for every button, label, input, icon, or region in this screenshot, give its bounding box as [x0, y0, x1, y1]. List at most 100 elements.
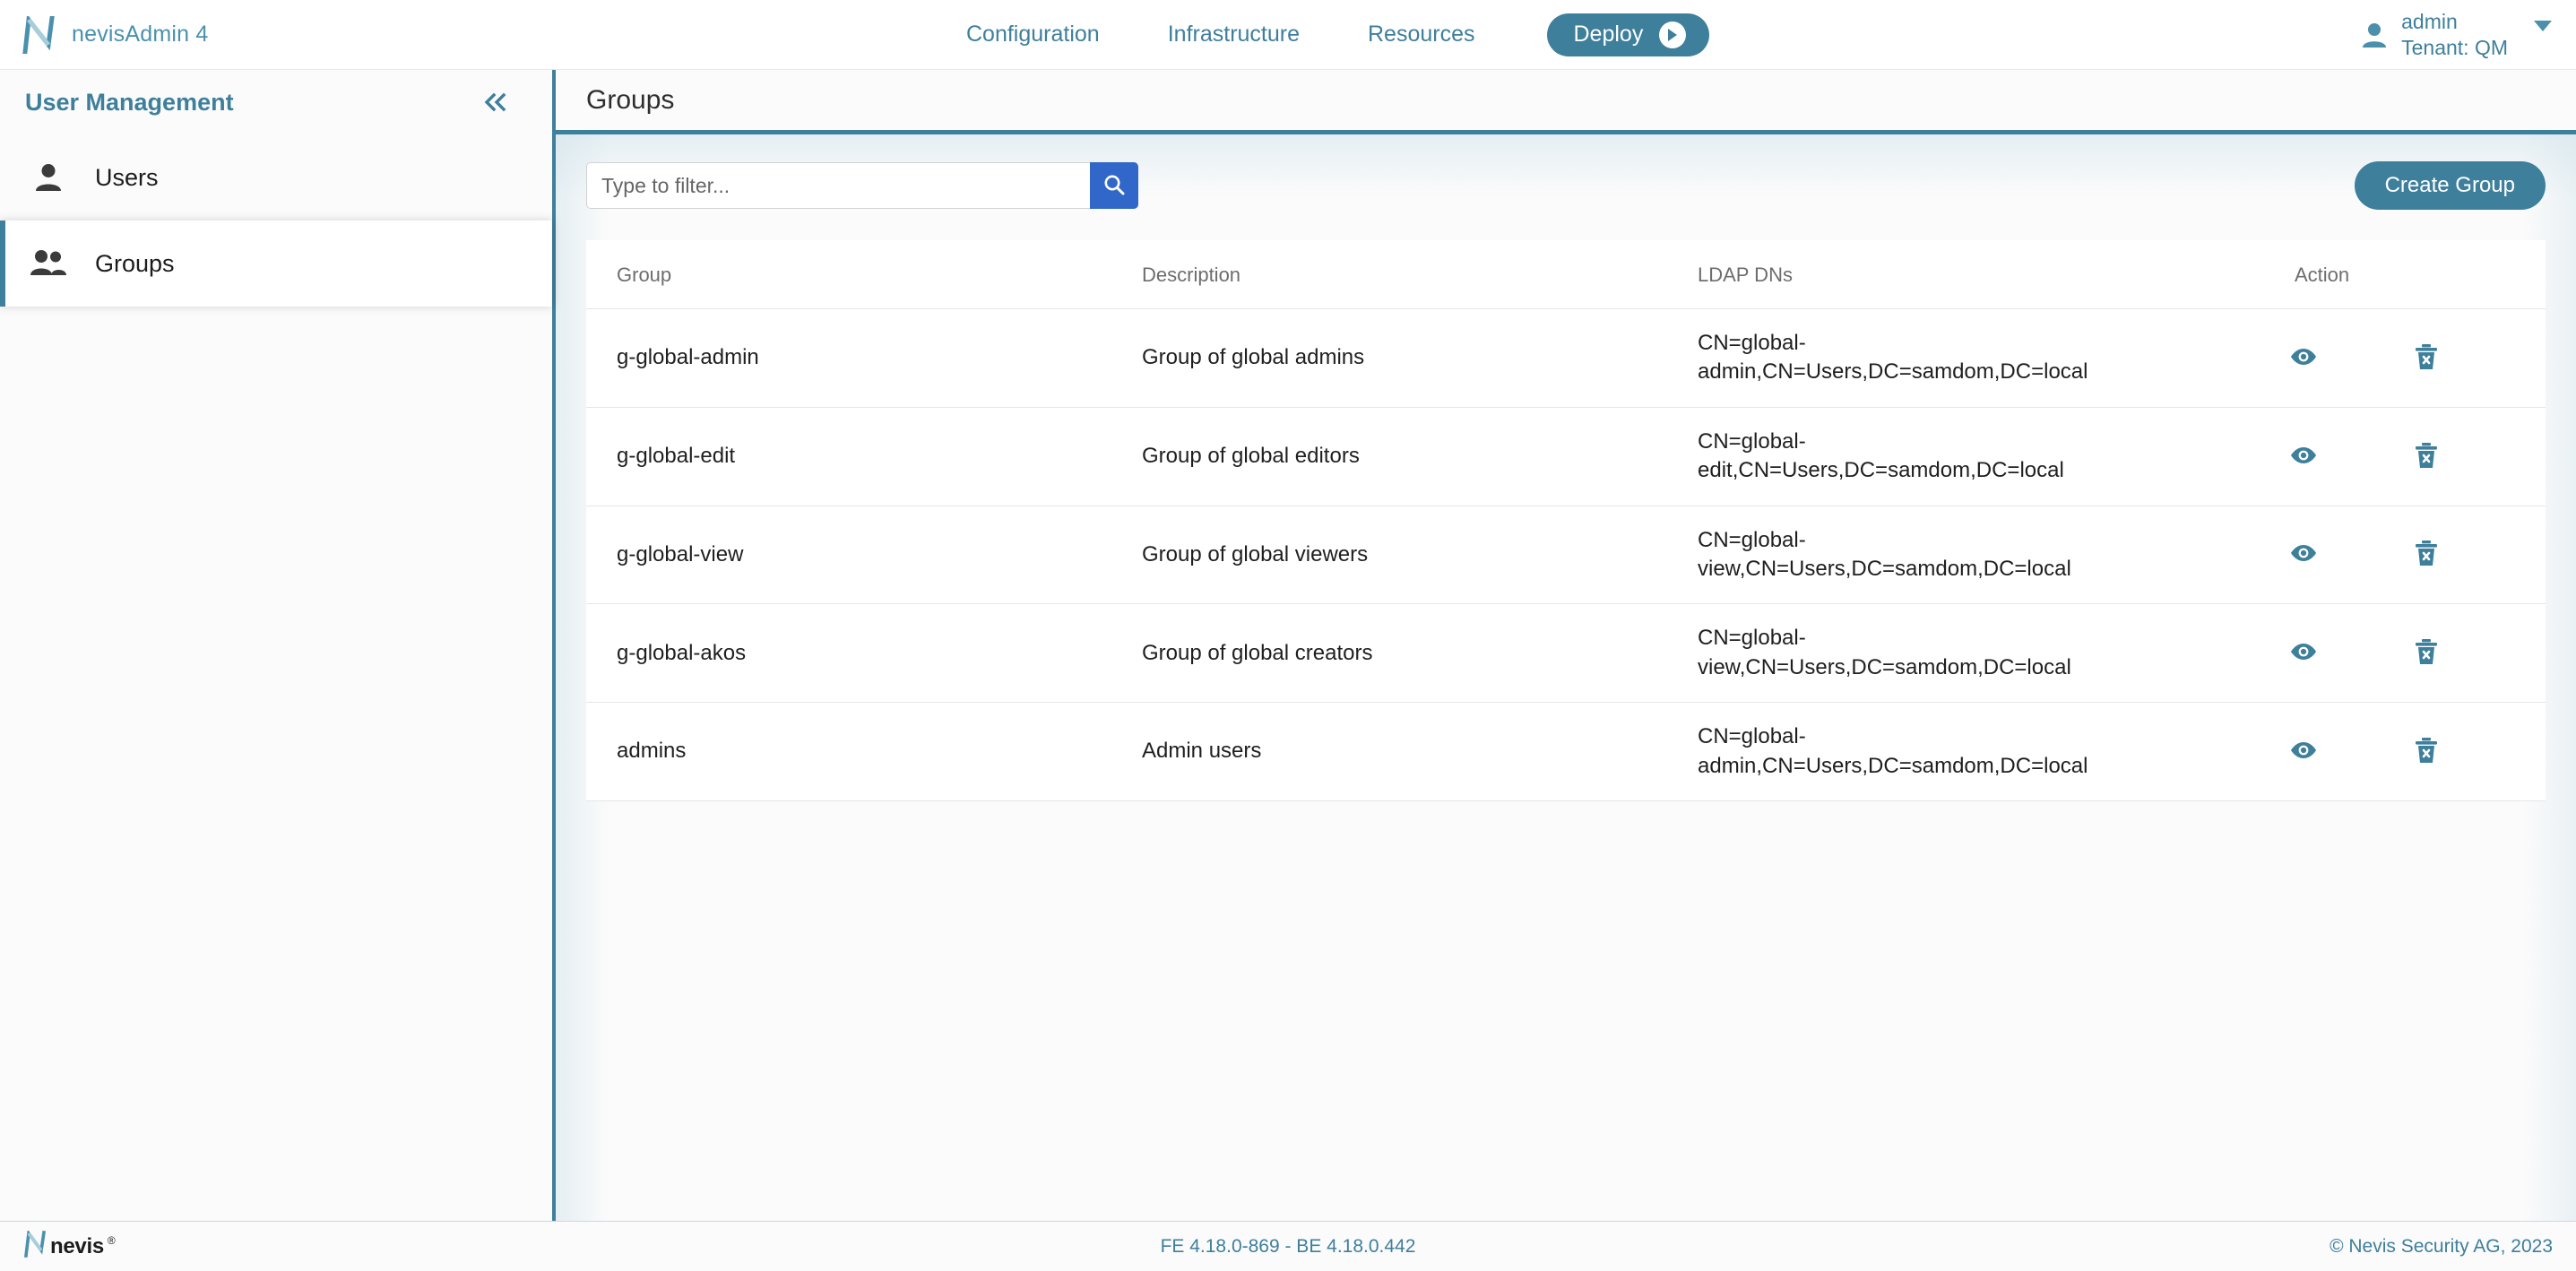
- cell-description: Group of global viewers: [1142, 506, 1698, 605]
- app-root: nevisAdmin 4 Configuration Infrastructur…: [0, 0, 2576, 1271]
- cell-ldap-dn: CN=global-edit,CN=Users,DC=samdom,DC=loc…: [1698, 407, 2169, 506]
- delete-group-button[interactable]: [2411, 438, 2442, 475]
- view-group-button[interactable]: [2286, 540, 2321, 569]
- body: User Management Users Groups Groups Type…: [0, 69, 2576, 1221]
- create-group-button[interactable]: Create Group: [2354, 161, 2546, 210]
- toolbar: Create Group: [586, 161, 2546, 210]
- table-header-row: Group Description LDAP DNs Action: [586, 240, 2546, 309]
- footer-logo: nevis ®: [23, 1229, 116, 1262]
- cell-ldap-dn: CN=global-view,CN=Users,DC=samdom,DC=loc…: [1698, 603, 2169, 704]
- column-header-action: Action: [2169, 240, 2546, 309]
- top-bar: nevisAdmin 4 Configuration Infrastructur…: [0, 0, 2576, 69]
- view-group-button[interactable]: [2286, 638, 2321, 668]
- search-button[interactable]: [1090, 162, 1138, 209]
- row-actions: [2169, 635, 2546, 671]
- content-area: Create Group Group Description LDAP DNs …: [556, 134, 2576, 1221]
- trash-delete-icon: [2415, 343, 2438, 373]
- cell-action: [2169, 407, 2546, 506]
- cell-description: Admin users: [1142, 702, 1698, 801]
- view-group-button[interactable]: [2286, 343, 2321, 373]
- nav-item-configuration[interactable]: Configuration: [932, 22, 1134, 48]
- table-row[interactable]: g-global-akos Group of global creators CN=…: [586, 603, 2546, 704]
- cell-ldap-dn: CN=global-admin,CN=Users,DC=samdom,DC=lo…: [1698, 702, 2169, 801]
- search-icon: [1102, 173, 1126, 199]
- table-body: g-global-admin Group of global admins CN=g…: [586, 308, 2546, 801]
- view-group-button[interactable]: [2286, 737, 2321, 766]
- cell-ldap-dn: CN=global-admin,CN=Users,DC=samdom,DC=lo…: [1698, 308, 2169, 408]
- cell-description: Group of global creators: [1142, 603, 1698, 704]
- sidebar-title: User Management: [25, 88, 234, 116]
- account-text: admin Tenant: QM: [2401, 9, 2508, 59]
- eye-icon: [2289, 740, 2318, 763]
- sidebar-item-users-label: Users: [95, 163, 159, 191]
- trash-delete-icon: [2415, 737, 2438, 766]
- cell-group: g-global-edit: [586, 407, 1142, 506]
- sidebar: User Management Users Groups: [0, 70, 556, 1221]
- cell-action: [2169, 603, 2546, 704]
- page-title: Groups: [586, 84, 675, 115]
- row-actions: [2169, 536, 2546, 573]
- user-avatar-icon: [2362, 22, 2387, 48]
- multiple-users-icon: [29, 249, 68, 278]
- view-group-button[interactable]: [2286, 442, 2321, 471]
- footer-copyright: © Nevis Security AG, 2023: [2330, 1235, 2553, 1257]
- sidebar-header: User Management: [0, 70, 552, 134]
- sidebar-item-groups-label: Groups: [95, 249, 175, 277]
- trash-delete-icon: [2415, 638, 2438, 668]
- sidebar-item-groups[interactable]: Groups: [0, 220, 552, 307]
- column-header-description: Description: [1142, 240, 1698, 309]
- cell-action: [2169, 702, 2546, 801]
- nav-item-resources[interactable]: Resources: [1334, 22, 1509, 48]
- single-user-icon: [29, 162, 68, 193]
- eye-icon: [2289, 445, 2318, 468]
- play-circle-icon: [1659, 21, 1687, 48]
- table-row[interactable]: g-global-admin Group of global admins CN=g…: [586, 308, 2546, 408]
- eye-icon: [2289, 543, 2318, 566]
- table-row[interactable]: admins Admin users CN=global-admin,CN=User…: [586, 702, 2546, 801]
- eye-icon: [2289, 642, 2318, 664]
- row-actions: [2169, 340, 2546, 376]
- account-tenant: Tenant: QM: [2401, 35, 2508, 59]
- cell-ldap-dn: CN=global-view,CN=Users,DC=samdom,DC=loc…: [1698, 506, 2169, 605]
- cell-description: Group of global admins: [1142, 308, 1698, 408]
- footer-logo-text: nevis: [50, 1233, 104, 1258]
- table-row[interactable]: g-global-view Group of global viewers CN=g…: [586, 506, 2546, 605]
- deploy-button-label: Deploy: [1573, 22, 1644, 47]
- delete-group-button[interactable]: [2411, 733, 2442, 770]
- cell-group: g-global-admin: [586, 308, 1142, 408]
- chevron-down-icon[interactable]: [2533, 20, 2553, 37]
- eye-icon: [2289, 347, 2318, 369]
- column-header-group: Group: [586, 240, 1142, 309]
- deploy-button[interactable]: Deploy: [1546, 13, 1710, 56]
- delete-group-button[interactable]: [2411, 635, 2442, 671]
- row-actions: [2169, 733, 2546, 770]
- footer: nevis ® FE 4.18.0-869 - BE 4.18.0.442 © …: [0, 1221, 2576, 1271]
- brand[interactable]: nevisAdmin 4: [0, 15, 556, 54]
- double-chevron-left-icon[interactable]: [477, 87, 513, 117]
- table-header: Group Description LDAP DNs Action: [586, 240, 2546, 309]
- main-content: Groups Type to filter... Create Group Gr…: [556, 70, 2576, 1221]
- table-row[interactable]: g-global-edit Group of global editors CN=g…: [586, 407, 2546, 506]
- delete-group-button[interactable]: [2411, 536, 2442, 573]
- cell-group: g-global-view: [586, 506, 1142, 605]
- main-navigation: Configuration Infrastructure Resources D…: [932, 0, 1710, 69]
- search-input[interactable]: [586, 162, 1090, 209]
- cell-action: [2169, 506, 2546, 605]
- cell-group: admins: [586, 702, 1142, 801]
- filter-group: [586, 162, 1138, 209]
- page-header: Groups: [556, 70, 2576, 134]
- cell-group: g-global-akos: [586, 603, 1142, 704]
- cell-action: [2169, 308, 2546, 408]
- delete-group-button[interactable]: [2411, 340, 2442, 376]
- cell-description: Group of global editors: [1142, 407, 1698, 506]
- column-header-ldap-dns: LDAP DNs: [1698, 240, 2169, 309]
- sidebar-item-users[interactable]: Users: [0, 134, 552, 220]
- footer-versions: FE 4.18.0-869 - BE 4.18.0.442: [1160, 1235, 1416, 1257]
- nav-item-infrastructure[interactable]: Infrastructure: [1134, 22, 1334, 48]
- nevis-logo-icon: [22, 15, 56, 54]
- nevis-logo-icon: [23, 1229, 47, 1262]
- trash-delete-icon: [2415, 540, 2438, 569]
- account-username: admin: [2401, 10, 2458, 34]
- trash-delete-icon: [2415, 442, 2438, 471]
- account-menu[interactable]: admin Tenant: QM: [2362, 0, 2553, 69]
